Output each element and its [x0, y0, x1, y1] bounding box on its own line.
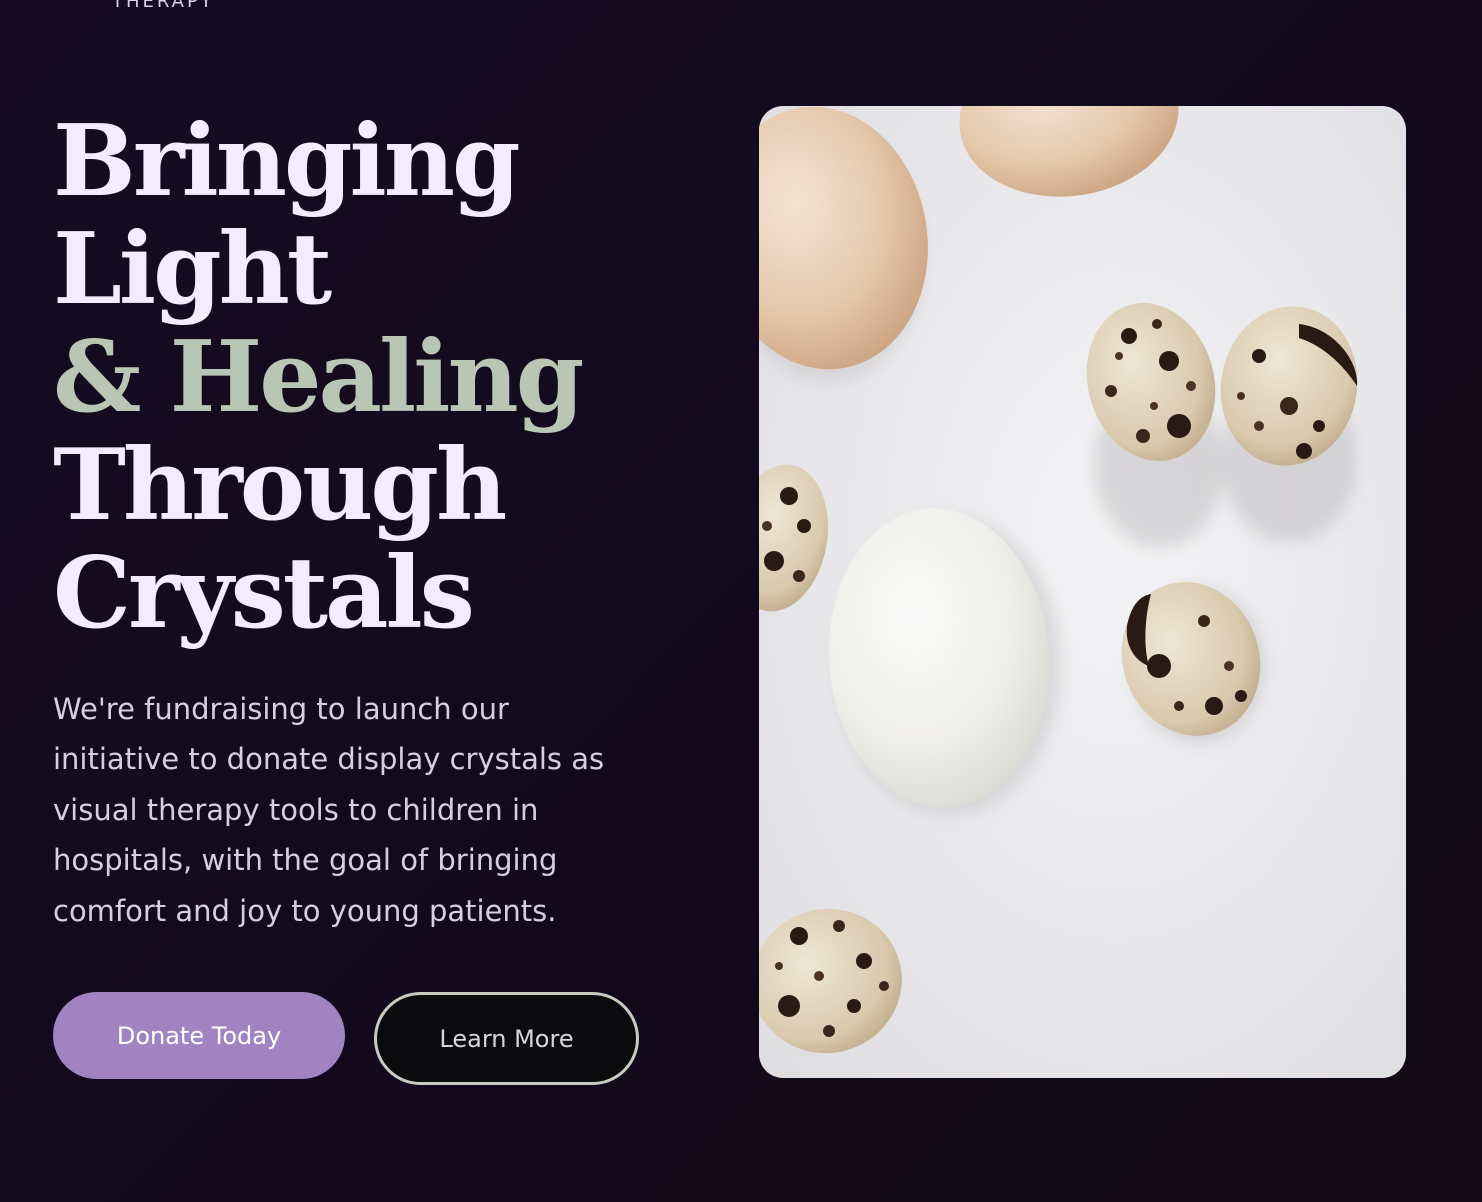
donate-today-button[interactable]: Donate Today — [53, 992, 345, 1079]
hero-section: Bringing Light & Healing Through Crystal… — [53, 108, 693, 1085]
hero-image — [759, 106, 1406, 1078]
learn-more-button[interactable]: Learn More — [374, 992, 639, 1085]
hero-headline: Bringing Light & Healing Through Crystal… — [53, 108, 693, 648]
hero-actions: Donate Today Learn More — [53, 992, 693, 1092]
eggs-photo-illustration — [759, 106, 1358, 1054]
headline-line-3-accent: & Healing — [53, 320, 584, 435]
headline-line-2: Light — [53, 212, 332, 327]
headline-line-4: Through — [53, 428, 507, 543]
quail-egg-4 — [759, 464, 828, 612]
quail-egg-3 — [1121, 582, 1261, 736]
headline-line-5: Crystals — [53, 536, 475, 651]
quail-egg-5 — [759, 908, 902, 1054]
brand-logo-text[interactable]: THERAPY — [112, 0, 214, 12]
hero-description: We're fundraising to launch our initiati… — [53, 692, 605, 928]
headline-line-1: Bringing — [53, 104, 520, 219]
